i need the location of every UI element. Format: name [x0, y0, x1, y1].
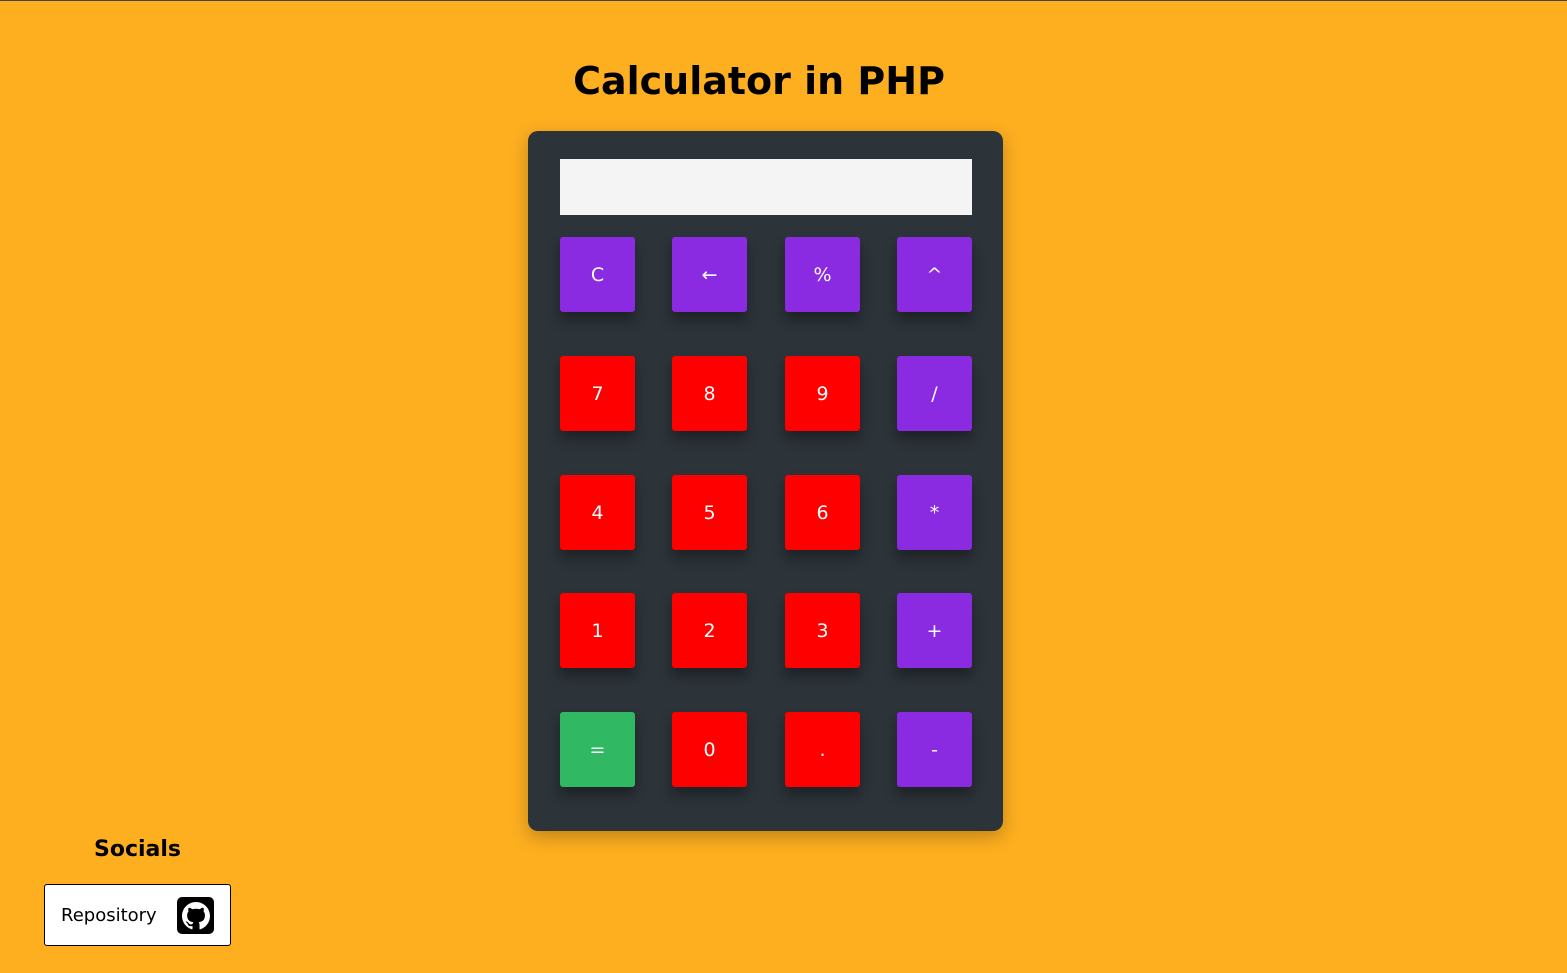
digit-7-button[interactable]: 7: [560, 356, 635, 431]
calculator: C ← % ^ 7 8 9 / 4 5 6 * 1 2 3 + = 0 . -: [528, 131, 1003, 831]
digit-6-button[interactable]: 6: [785, 475, 860, 550]
decimal-button[interactable]: .: [785, 712, 860, 787]
backspace-button[interactable]: ←: [672, 237, 747, 312]
digit-0-button[interactable]: 0: [672, 712, 747, 787]
digit-9-button[interactable]: 9: [785, 356, 860, 431]
digit-2-button[interactable]: 2: [672, 593, 747, 668]
subtract-button[interactable]: -: [897, 712, 972, 787]
percent-button[interactable]: %: [785, 237, 860, 312]
clear-button[interactable]: C: [560, 237, 635, 312]
github-icon: [177, 897, 214, 934]
divide-button[interactable]: /: [897, 356, 972, 431]
page-title: Calculator in PHP: [573, 59, 945, 103]
digit-8-button[interactable]: 8: [672, 356, 747, 431]
add-button[interactable]: +: [897, 593, 972, 668]
digit-1-button[interactable]: 1: [560, 593, 635, 668]
multiply-button[interactable]: *: [897, 475, 972, 550]
digit-4-button[interactable]: 4: [560, 475, 635, 550]
calculator-display[interactable]: [560, 159, 972, 215]
digit-5-button[interactable]: 5: [672, 475, 747, 550]
socials-heading: Socials: [93, 837, 182, 862]
equals-button[interactable]: =: [560, 712, 635, 787]
power-button[interactable]: ^: [897, 237, 972, 312]
digit-3-button[interactable]: 3: [785, 593, 860, 668]
repository-link[interactable]: Repository: [44, 884, 231, 946]
repository-label: Repository: [61, 904, 157, 926]
